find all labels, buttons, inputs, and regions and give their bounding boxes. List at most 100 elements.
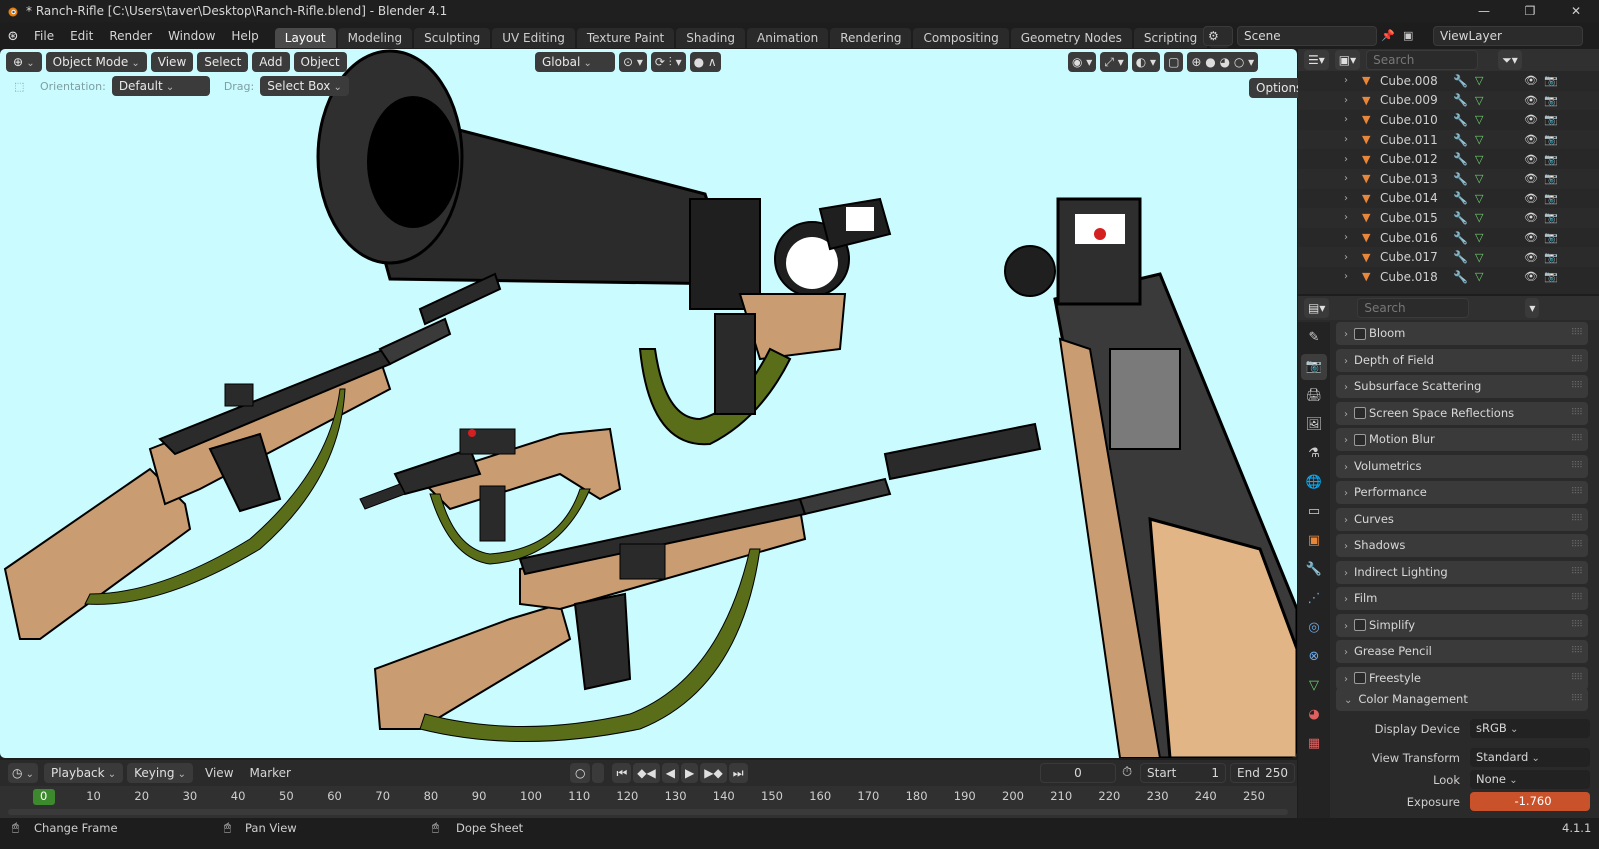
properties-editor-icon[interactable]: ▤▾ (1304, 298, 1330, 318)
pivot-point-icon[interactable]: ⊙ ▾ (619, 52, 647, 72)
marker-menu[interactable]: Marker (242, 761, 299, 785)
prev-keyframe-icon[interactable]: ◆◀ (633, 763, 660, 783)
mesh-data-icon[interactable]: ▽ (1475, 192, 1483, 205)
scene-tab-icon[interactable]: ⚗ (1301, 441, 1327, 467)
render-camera-icon[interactable]: 📷 (1544, 153, 1558, 166)
expand-arrow-icon[interactable]: › (1344, 154, 1348, 165)
close-button[interactable]: ✕ (1553, 0, 1599, 22)
drag-grip-icon[interactable]: ⠿⠿ (1571, 481, 1583, 504)
xray-icon[interactable]: ▢ (1164, 52, 1184, 72)
drag-grip-icon[interactable]: ⠿⠿ (1571, 640, 1583, 663)
modifier-icon[interactable]: 🔧 (1453, 211, 1468, 225)
drag-grip-icon[interactable]: ⠿⠿ (1571, 508, 1583, 531)
mesh-data-icon[interactable]: ▽ (1475, 211, 1483, 224)
tab-rendering[interactable]: Rendering (830, 28, 912, 48)
menu-render[interactable]: Render (101, 24, 160, 48)
drag-grip-icon[interactable]: ⠿⠿ (1571, 561, 1583, 584)
visibility-eye-icon[interactable]: 👁 (1524, 94, 1538, 107)
modifier-icon[interactable]: 🔧 (1453, 191, 1468, 205)
panel-depth-of-field[interactable]: › Depth of Field ⠿⠿ (1336, 348, 1588, 372)
visibility-eye-icon[interactable]: 👁 (1524, 172, 1538, 185)
drag-grip-icon[interactable]: ⠿⠿ (1571, 428, 1583, 451)
color-management-panel[interactable]: ⌄ Color Management ⠿⠿ (1336, 688, 1588, 711)
next-keyframe-icon[interactable]: ▶◆ (700, 763, 727, 783)
tab-texture-paint[interactable]: Texture Paint (576, 28, 675, 48)
snap-icon[interactable]: ⟳ ⫶ ▾ (650, 52, 686, 72)
auto-key-options[interactable] (592, 763, 605, 783)
mesh-data-icon[interactable]: ▽ (1475, 113, 1483, 126)
tab-shading[interactable]: Shading (676, 28, 745, 48)
menu-select[interactable]: Select (197, 52, 249, 72)
end-frame-field[interactable]: End 250 (1230, 763, 1295, 783)
enable-checkbox[interactable] (1354, 327, 1366, 340)
render-camera-icon[interactable]: 📷 (1544, 133, 1558, 146)
orientation-selector[interactable]: Default (111, 76, 210, 96)
outliner-item[interactable]: › ▼ Cube.012 🔧 ▽ 👁 📷 (1298, 149, 1599, 169)
visibility-eye-icon[interactable]: 👁 (1524, 231, 1538, 244)
enable-checkbox[interactable] (1354, 672, 1366, 684)
scene-selector[interactable]: Scene (1237, 26, 1377, 46)
menu-file[interactable]: File (26, 24, 62, 48)
tab-compositing[interactable]: Compositing (913, 28, 1009, 48)
panel-volumetrics[interactable]: › Volumetrics ⠿⠿ (1336, 454, 1588, 478)
expand-arrow-icon[interactable]: › (1344, 95, 1348, 106)
enable-checkbox[interactable] (1354, 433, 1366, 446)
constraints-tab-icon[interactable]: ⊗ (1301, 644, 1327, 670)
enable-checkbox[interactable] (1354, 407, 1366, 419)
drag-grip-icon[interactable]: ⠿⠿ (1571, 614, 1583, 637)
modifier-icon[interactable]: 🔧 (1453, 113, 1468, 127)
modifier-icon[interactable]: 🔧 (1453, 152, 1468, 166)
drag-grip-icon[interactable]: ⠿⠿ (1571, 587, 1583, 610)
outliner-item[interactable]: › ▼ Cube.010 🔧 ▽ 👁 📷 (1298, 110, 1599, 130)
mesh-data-icon[interactable]: ▽ (1475, 133, 1483, 146)
expand-arrow-icon[interactable]: › (1344, 212, 1348, 223)
modifier-icon[interactable]: 🔧 (1453, 231, 1468, 245)
tab-layout[interactable]: Layout (274, 28, 336, 48)
display-mode-icon[interactable]: ▣▾ (1334, 50, 1361, 70)
play-reverse-icon[interactable]: ◀ (661, 763, 679, 783)
modifier-icon[interactable]: 🔧 (1453, 93, 1468, 107)
mode-selector[interactable]: Object Mode (45, 52, 147, 72)
filter-icon[interactable]: ⏷▾ (1498, 50, 1522, 70)
mesh-data-icon[interactable]: ▽ (1475, 94, 1483, 107)
tab-animation[interactable]: Animation (747, 28, 829, 48)
panel-subsurface-scattering[interactable]: › Subsurface Scattering ⠿⠿ (1336, 375, 1588, 398)
proportional-edit-icon[interactable]: ● ∧ (689, 52, 721, 72)
scene-type-icon[interactable]: ⚙ (1203, 26, 1233, 46)
menu-add[interactable]: Add (252, 52, 290, 72)
modifier-tab-icon[interactable]: 🔧 (1301, 557, 1327, 583)
mesh-data-icon[interactable]: ▽ (1475, 231, 1483, 244)
render-camera-icon[interactable]: 📷 (1544, 192, 1558, 205)
view-transform-selector[interactable]: Standard (1470, 748, 1590, 767)
visibility-eye-icon[interactable]: 👁 (1524, 270, 1538, 283)
keying-menu[interactable]: Keying (127, 763, 194, 783)
clock-icon[interactable]: ⏱ (1122, 765, 1132, 780)
blender-menu-icon[interactable]: ⊛ (0, 29, 26, 44)
render-camera-icon[interactable]: 📷 (1544, 113, 1558, 126)
output-tab-icon[interactable]: 🖨 (1301, 383, 1327, 409)
tab-scripting[interactable]: Scripting (1133, 28, 1208, 48)
expand-arrow-icon[interactable]: › (1344, 173, 1348, 184)
start-frame-field[interactable]: Start 1 (1140, 763, 1226, 783)
render-camera-icon[interactable]: 📷 (1544, 251, 1558, 264)
timeline-scrollbar[interactable] (8, 809, 1288, 815)
panel-freestyle[interactable]: › Freestyle ⠿⠿ (1336, 666, 1588, 690)
render-camera-icon[interactable]: 📷 (1544, 94, 1558, 107)
render-camera-icon[interactable]: 📷 (1544, 172, 1558, 185)
visibility-eye-icon[interactable]: 👁 (1524, 251, 1538, 264)
menu-window[interactable]: Window (160, 24, 223, 48)
shading-mode-icon[interactable]: ⊕ ● ◕ ○ ▾ (1187, 52, 1259, 72)
mesh-data-icon[interactable]: ▽ (1475, 172, 1483, 185)
properties-options-icon[interactable]: ▾ (1525, 298, 1540, 318)
outliner-item[interactable]: › ▼ Cube.009 🔧 ▽ 👁 📷 (1298, 90, 1599, 111)
tab-geometry-nodes[interactable]: Geometry Nodes (1010, 28, 1132, 48)
expand-arrow-icon[interactable]: › (1344, 114, 1348, 125)
panel-simplify[interactable]: › Simplify ⠿⠿ (1336, 613, 1588, 637)
render-camera-icon[interactable]: 📷 (1544, 231, 1558, 244)
outliner-item[interactable]: › ▼ Cube.015 🔧 ▽ 👁 📷 (1298, 208, 1599, 228)
drag-selector[interactable]: Select Box (260, 76, 349, 96)
expand-arrow-icon[interactable]: › (1344, 134, 1348, 145)
texture-tab-icon[interactable]: ▦ (1301, 731, 1327, 757)
panel-grease-pencil[interactable]: › Grease Pencil ⠿⠿ (1336, 640, 1588, 663)
expand-arrow-icon[interactable]: › (1344, 271, 1348, 282)
